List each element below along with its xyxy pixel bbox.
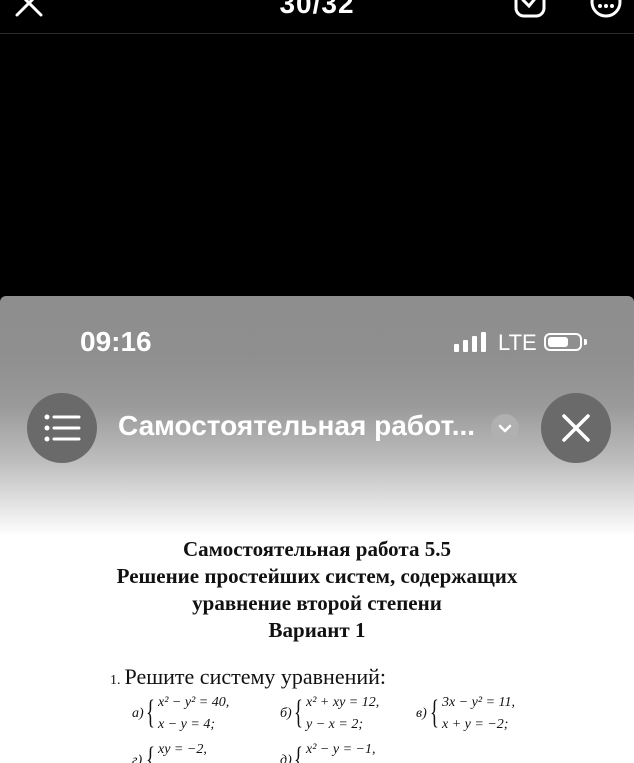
- heading-line: Вариант 1: [268, 618, 366, 642]
- list-icon: [44, 414, 81, 442]
- brace: {: [430, 694, 439, 731]
- system-label: в): [416, 706, 427, 721]
- equation: x² − y = −1,: [306, 742, 376, 757]
- brace: {: [146, 694, 155, 731]
- phone-screenshot: 09:16 LTE Самостоятельная работ... Самос…: [0, 296, 634, 763]
- chevron-down-icon: [498, 424, 512, 433]
- list-menu-button[interactable]: [27, 393, 97, 463]
- heading-line: Решение простейших систем, содержащих: [116, 564, 518, 588]
- equation: 3x − y² = 11,: [442, 695, 515, 710]
- task-line: 1. Решите систему уравнений:: [110, 664, 386, 690]
- equation: x² − y² = 40,: [158, 695, 230, 710]
- equation: xy = −2,: [158, 742, 207, 757]
- battery-icon: [544, 333, 582, 351]
- status-time: 09:16: [80, 326, 152, 357]
- brace: {: [294, 741, 303, 763]
- battery-tip: [584, 339, 587, 345]
- document-title[interactable]: Самостоятельная работ...: [118, 410, 475, 442]
- empty-black-area: [0, 34, 634, 296]
- save-icon[interactable]: [514, 0, 546, 18]
- more-icon[interactable]: [590, 0, 622, 18]
- viewer-top-bar: 30/32: [0, 0, 634, 34]
- equation: x² + xy = 12,: [306, 695, 380, 710]
- heading-line: Самостоятельная работа 5.5: [183, 537, 451, 561]
- equation: y − x = 2;: [306, 717, 363, 732]
- equation: x − y = 4;: [158, 717, 215, 732]
- task-text: Решите систему уравнений:: [124, 664, 387, 689]
- document-page: Самостоятельная работа 5.5 Решение прост…: [0, 536, 634, 763]
- system-label: д): [280, 753, 292, 763]
- signal-icon: [454, 330, 488, 354]
- brace: {: [294, 694, 303, 731]
- close-icon: [562, 414, 590, 442]
- title-dropdown-button[interactable]: [491, 414, 519, 442]
- network-label: LTE: [498, 330, 537, 355]
- heading-line: уравнение второй степени: [192, 591, 442, 615]
- close-document-button[interactable]: [541, 393, 611, 463]
- system-label: г): [132, 753, 143, 763]
- system-label: а): [132, 706, 144, 721]
- equation: x + y = −2;: [442, 717, 509, 732]
- system-label: б): [280, 706, 292, 721]
- brace: {: [146, 741, 155, 763]
- task-number: 1.: [110, 673, 121, 688]
